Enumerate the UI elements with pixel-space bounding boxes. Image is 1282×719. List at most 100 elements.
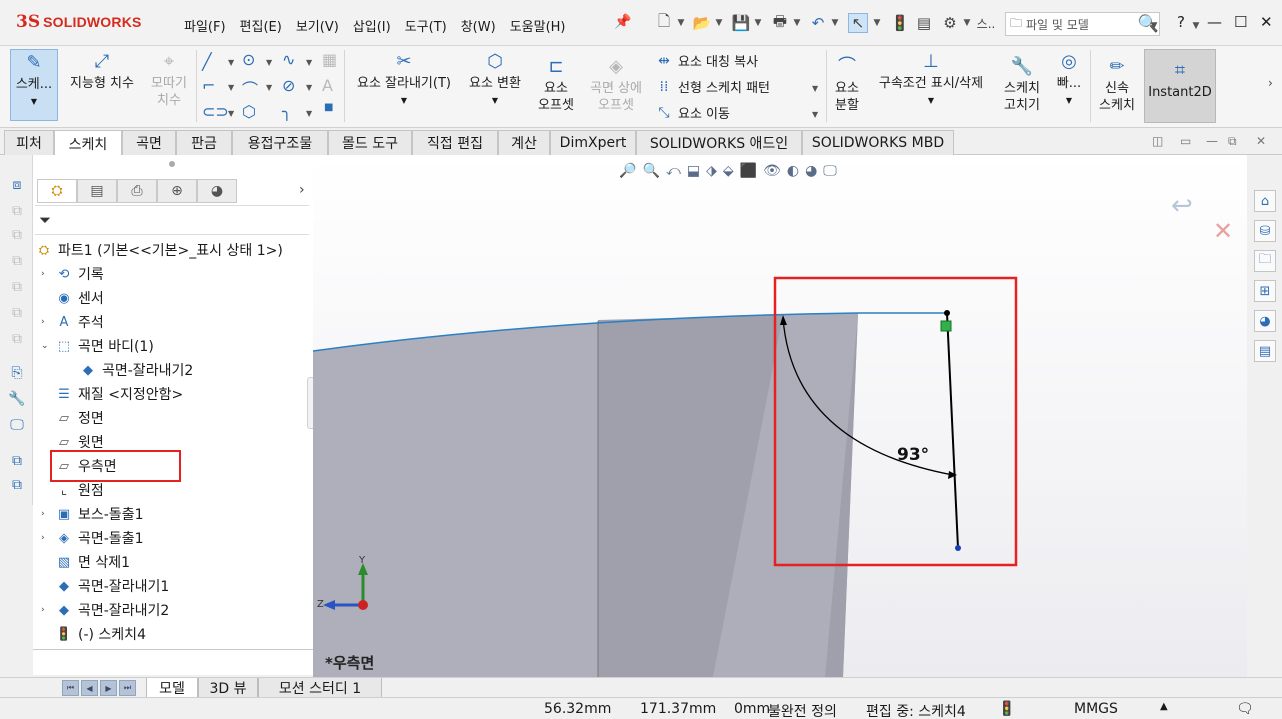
layer-icon[interactable]: ⧉ [7,277,27,297]
angle-dimension-value[interactable]: 93° [897,445,929,465]
chevron-down-icon[interactable]: ▼ [306,109,312,118]
file-properties-icon[interactable]: ▤ [914,13,934,33]
spline-icon[interactable]: ∿ [282,50,295,69]
tree-item-sketch4[interactable]: 🚦 (-) 스케치4 [55,623,146,645]
tab-weldments[interactable]: 용접구조물 [232,130,328,155]
tree-item-history[interactable]: › ⟲ 기록 [41,263,104,285]
expand-arrow-icon[interactable]: › [41,509,45,519]
chevron-down-icon[interactable]: ▼ [1191,16,1201,36]
first-tab-icon[interactable]: ⏮ [62,680,79,696]
overflow-icon[interactable]: 스.. [976,13,996,33]
offset-on-surface-button[interactable]: ◈ 곡면 상에 오프셋 [584,58,648,114]
open-folder-icon[interactable]: 📂 [692,13,712,33]
collapse-arrow-icon[interactable]: ⌄ [41,341,49,351]
chevron-up-icon[interactable]: ▲ [1160,701,1168,712]
menu-edit[interactable]: 편집(E) [240,16,282,35]
tab-surfaces[interactable]: 곡면 [122,130,176,155]
rebuild-traffic-light-icon[interactable]: 🚦 [890,13,910,33]
tree-item-annotations[interactable]: › A 주석 [41,311,104,333]
tree-item-surface-extrude[interactable]: › ◈ 곡면-돌출1 [41,527,143,549]
configuration-tab-icon[interactable]: ⎙ [117,179,157,203]
menu-tools[interactable]: 도구(T) [405,16,447,35]
sketch-cursor-icon[interactable]: ⎘ [7,363,27,383]
tab-addins[interactable]: SOLIDWORKS 애드인 [636,130,802,155]
chevron-down-icon[interactable]: ▼ [676,13,686,33]
tab-features[interactable]: 피처 [4,130,54,155]
undo-icon[interactable]: ↶ [808,13,828,33]
tree-item-front-plane[interactable]: ▱ 정면 [55,407,104,429]
tab-motion-study[interactable]: 모션 스터디 1 [258,678,382,698]
confirm-sketch-icon[interactable]: ↩ [1171,191,1193,221]
restore-down-icon[interactable]: ◫ [1152,134,1163,148]
chevron-down-icon[interactable]: ▼ [228,109,234,118]
rectangle-icon[interactable]: ⌐ [202,76,215,95]
smart-dimension-button[interactable]: ⤢ 지능형 치수 [64,53,140,92]
tree-item-material[interactable]: ☰ 재질 <지정안함> [55,383,183,405]
prev-tab-icon[interactable]: ◀ [81,680,98,696]
layer-icon[interactable]: ⧉ [7,329,27,349]
repair-sketch-button[interactable]: 🔧 스케치 고치기 [998,58,1046,114]
layer-icon[interactable]: ⧉ [7,201,27,221]
minimize-icon[interactable]: — [1207,13,1222,31]
status-units[interactable]: MMGS [1074,701,1118,717]
chevron-down-icon[interactable]: ▼ [228,58,234,67]
chevron-down-icon[interactable]: ▼ [1149,16,1159,36]
line-icon[interactable]: ╱ [202,52,212,71]
hatch-icon[interactable]: ▦ [322,50,337,69]
gear-icon[interactable]: ⚙ [940,13,960,33]
tree-item-surface-cut-child[interactable]: ◆ 곡면-잘라내기2 [79,359,193,381]
close-doc-icon[interactable]: ✕ [1256,134,1266,148]
chamfer-dim-button[interactable]: ⌖ 모따기 치수 [146,53,192,109]
mirror-entities-button[interactable]: ⇹ 요소 대칭 복사 [654,51,758,71]
tab-mold-tools[interactable]: 몰드 도구 [328,130,412,155]
copy-icon[interactable]: ⧉ [7,475,27,495]
pin-icon[interactable]: 📌 [614,14,631,30]
next-tab-icon[interactable]: ▶ [100,680,117,696]
appearance-tab-icon[interactable]: ◕ [197,179,237,203]
sketch-button[interactable]: ✎ 스케... ▼ [10,49,58,121]
tab-mbd[interactable]: SOLIDWORKS MBD [802,130,954,155]
chevron-down-icon[interactable]: ▼ [812,84,818,93]
menu-view[interactable]: 보기(V) [296,16,339,35]
text-icon[interactable]: A [322,76,333,95]
repair-icon[interactable]: 🔧 [7,389,27,409]
minimize-doc-icon[interactable]: — [1206,134,1218,148]
menu-help[interactable]: 도움말(H) [510,16,566,35]
comment-icon[interactable]: 🗨 [1236,701,1254,717]
expand-arrow-icon[interactable]: › [41,269,45,279]
new-document-icon[interactable]: 🗋 [654,12,674,33]
chevron-down-icon[interactable]: ▼ [962,13,972,33]
select-cursor-icon[interactable]: ↖ [848,13,868,33]
layer-icon[interactable]: ⧉ [7,251,27,271]
chevron-down-icon[interactable]: ▼ [812,110,818,119]
tree-item-origin[interactable]: ⌞ 원점 [55,479,104,501]
quick-snaps-button[interactable]: ◎ 빠... ▼ [1052,53,1086,109]
last-tab-icon[interactable]: ⏭ [119,680,136,696]
chevron-down-icon[interactable]: ▼ [830,13,840,33]
home-icon[interactable]: ⌂ [1254,190,1276,212]
chevron-down-icon[interactable]: ▼ [753,13,763,33]
tab-sketch[interactable]: 스케치 [54,130,122,156]
chevron-down-icon[interactable]: ▼ [306,83,312,92]
tree-item-surface-cut1[interactable]: ◆ 곡면-잘라내기1 [55,575,169,597]
tree-root-part[interactable]: ⛭ 파트1 (기본<<기본>_표시 상태 1>) [35,239,283,261]
tab-model[interactable]: 모델 [146,678,198,698]
menu-insert[interactable]: 삽입(I) [353,16,391,35]
solidworks-logo[interactable]: 3S SOLIDWORKS [16,12,142,32]
instant2d-button[interactable]: ⌗ Instant2D [1144,49,1216,123]
split-entities-button[interactable]: ⌒ 요소 분할 [830,58,864,114]
chevron-down-icon[interactable]: ▼ [266,58,272,67]
display-delete-relations-button[interactable]: ⊥ 구속조건 표시/삭제 ▼ [868,53,994,109]
chevron-down-icon[interactable]: ▼ [714,13,724,33]
close-icon[interactable]: ✕ [1260,13,1273,31]
display-icon[interactable]: 🖵 [7,415,27,435]
chevron-down-icon[interactable]: ▼ [306,58,312,67]
view-palette-icon[interactable]: ⊞ [1254,280,1276,302]
graphics-area[interactable]: 🔎 🔍 ⤺ ⬓ ⬗ ⬙ ⬛ 👁 ◐ ◕ 🖵 93° Y Z *우측면 ↩ ✕ [313,155,1247,677]
chevron-down-icon[interactable]: ▼ [792,13,802,33]
save-icon[interactable]: 💾 [731,13,751,33]
tab-evaluate[interactable]: 계산 [498,130,550,155]
tab-3d-view[interactable]: 3D 뷰 [198,678,258,698]
tree-item-surface-bodies[interactable]: ⌄ ⬚ 곡면 바디(1) [41,335,154,357]
layer-icon[interactable]: ⧉ [7,303,27,323]
